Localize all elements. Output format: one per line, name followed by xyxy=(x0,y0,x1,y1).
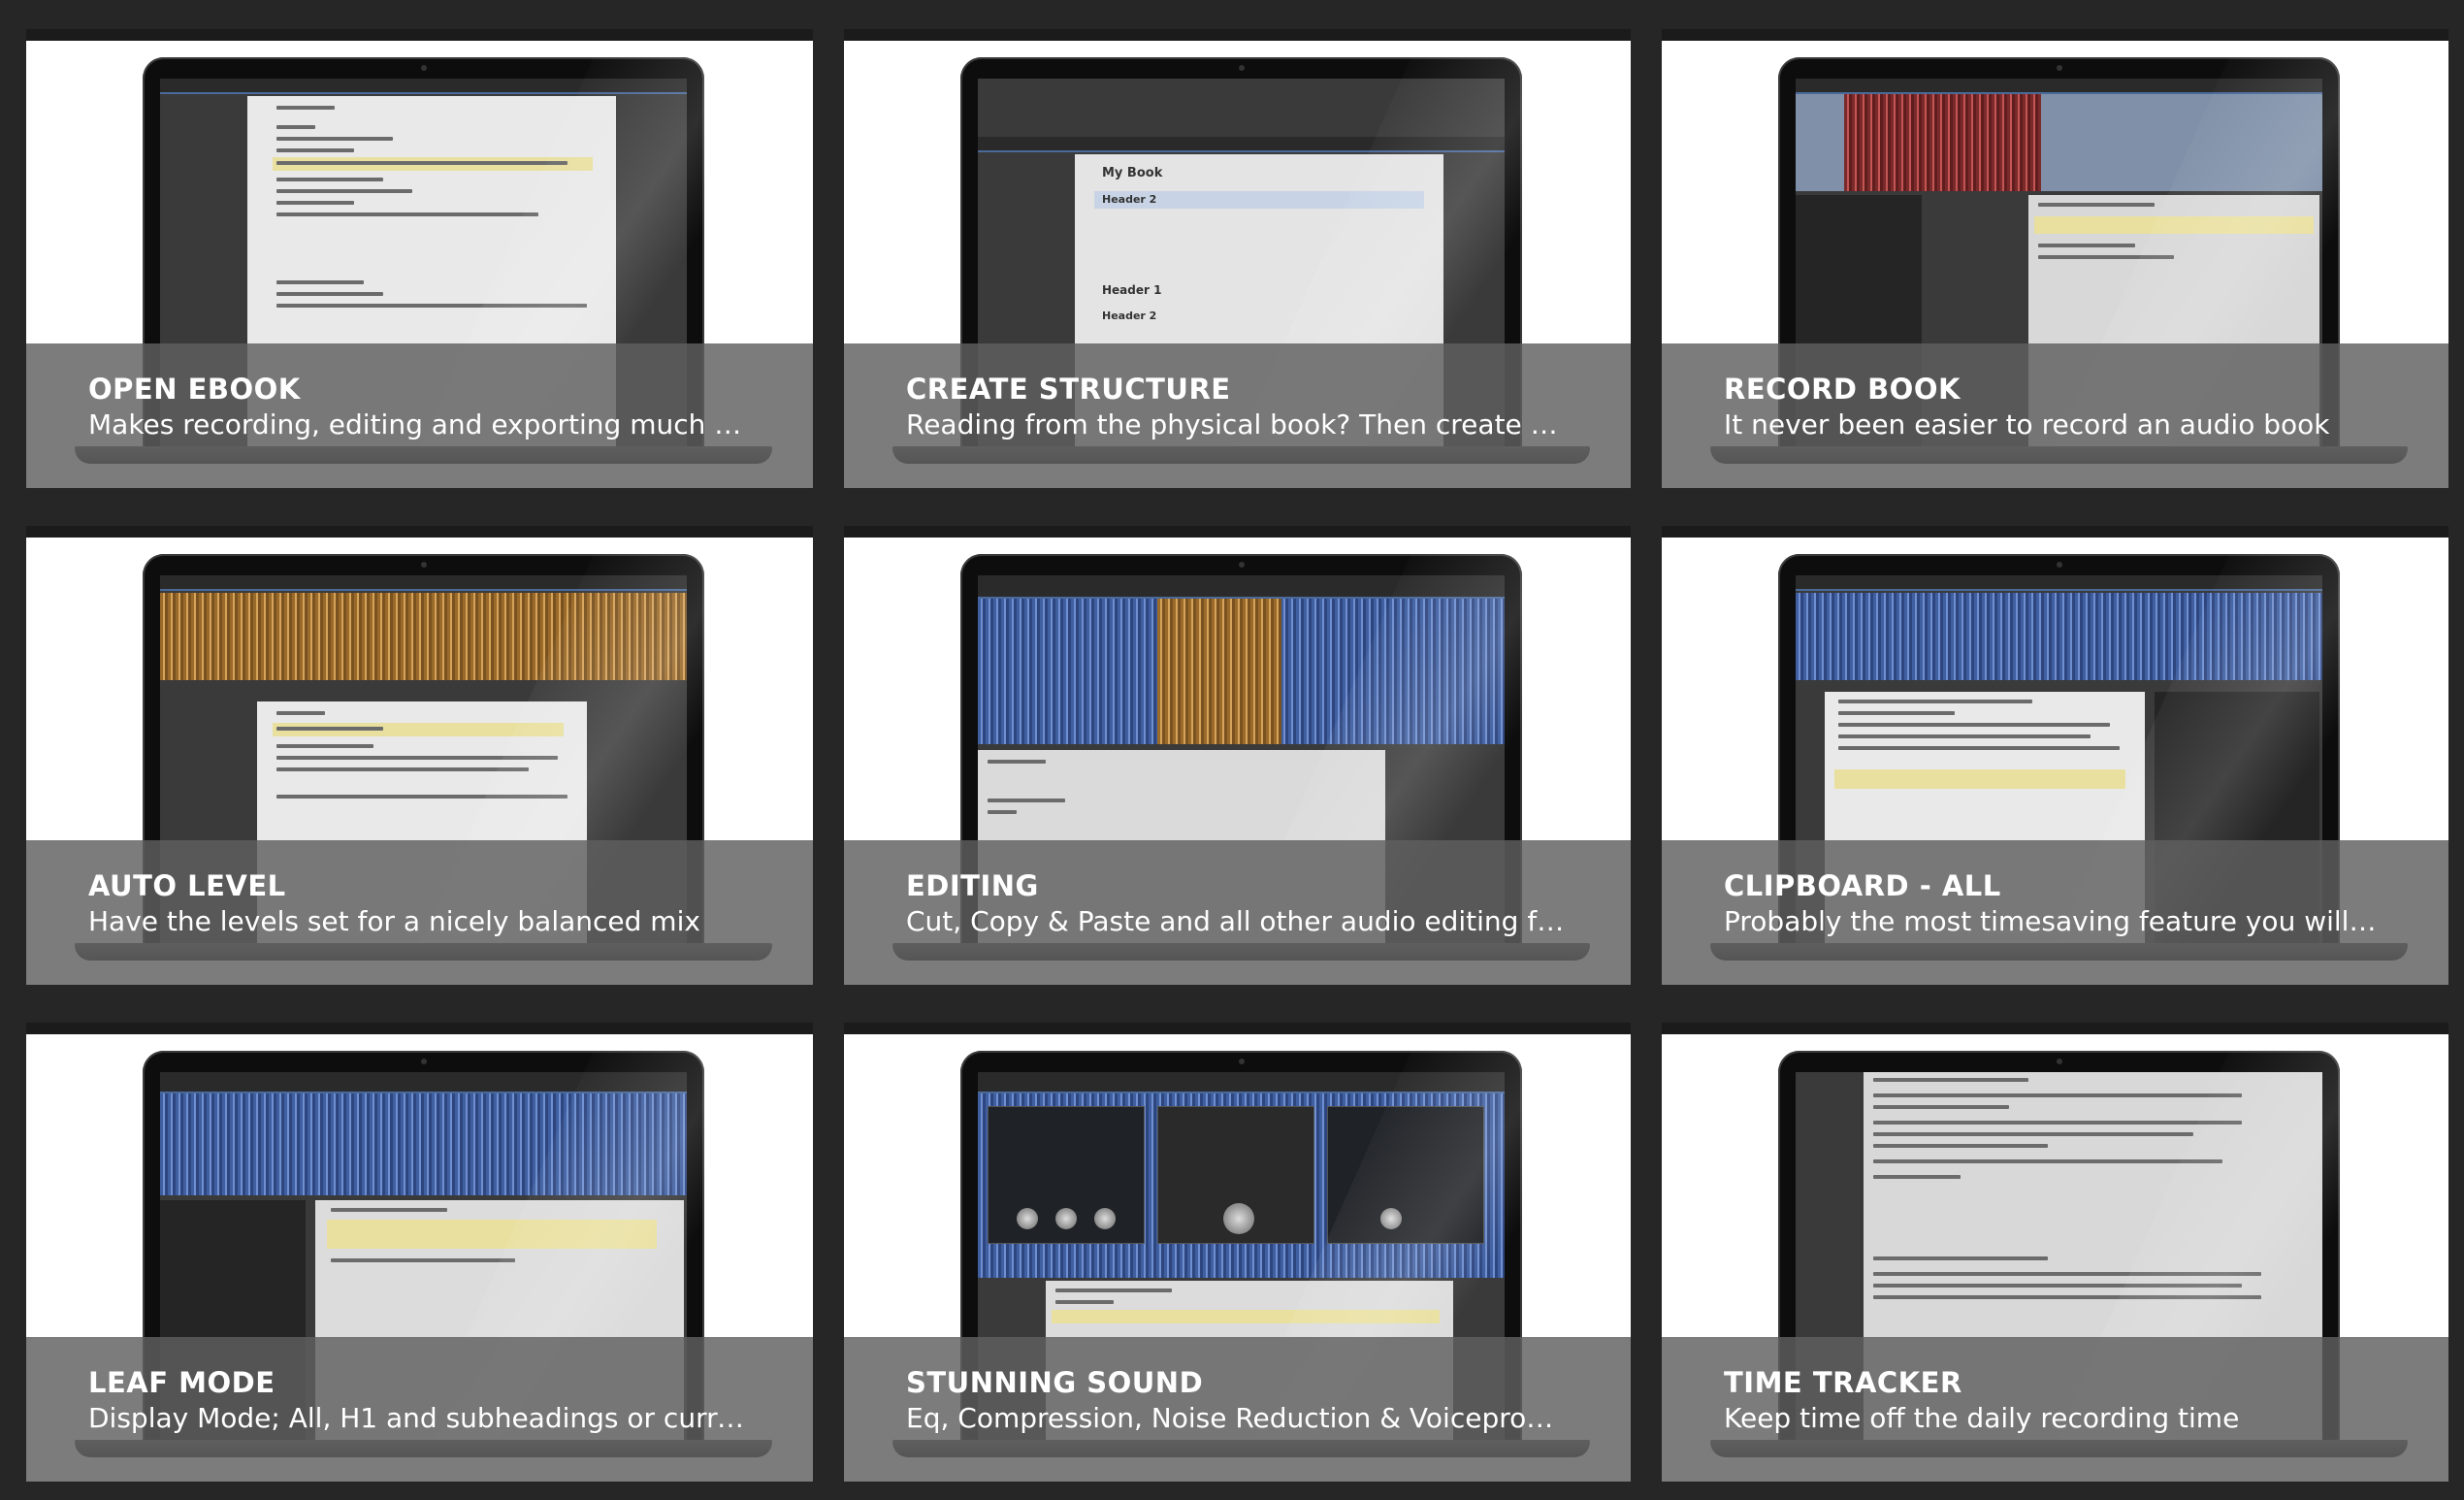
card-description: It never been easier to record an audio … xyxy=(1724,408,2330,440)
card-caption: CLIPBOARD - ALL Probably the most timesa… xyxy=(1662,840,2448,985)
card-title: TIME TRACKER xyxy=(1724,1366,1962,1399)
feature-card-auto-level[interactable]: AUTO LEVEL Have the levels set for a nic… xyxy=(26,526,813,985)
card-description: Eq, Compression, Noise Reduction & Voice… xyxy=(906,1402,1566,1434)
structure-header-2b: Header 2 xyxy=(1102,310,1157,322)
card-caption: EDITING Cut, Copy & Paste and all other … xyxy=(844,840,1631,985)
feature-card-create-structure[interactable]: My Book Header 2 Header 1 Header 2 CREAT… xyxy=(844,29,1631,488)
structure-header-1: Header 1 xyxy=(1102,283,1162,297)
feature-card-editing[interactable]: EDITING Cut, Copy & Paste and all other … xyxy=(844,526,1631,985)
feature-card-time-tracker[interactable]: TIME TRACKER Keep time off the daily rec… xyxy=(1662,1023,2448,1482)
feature-card-leaf-mode[interactable]: LEAF MODE Display Mode; All, H1 and subh… xyxy=(26,1023,813,1482)
card-description: Have the levels set for a nicely balance… xyxy=(88,905,700,937)
card-description: Probably the most timesaving feature you… xyxy=(1724,905,2383,937)
card-caption: CREATE STRUCTURE Reading from the physic… xyxy=(844,343,1631,488)
structure-book-title: My Book xyxy=(1102,166,1163,180)
card-title: CLIPBOARD - ALL xyxy=(1724,869,2001,902)
card-caption: TIME TRACKER Keep time off the daily rec… xyxy=(1662,1337,2448,1482)
card-title: LEAF MODE xyxy=(88,1366,276,1399)
structure-header-2a: Header 2 xyxy=(1102,193,1157,206)
card-caption: RECORD BOOK It never been easier to reco… xyxy=(1662,343,2448,488)
card-title: AUTO LEVEL xyxy=(88,869,286,902)
card-description: Cut, Copy & Paste and all other audio ed… xyxy=(906,905,1566,937)
card-title: OPEN EBOOK xyxy=(88,373,301,406)
card-description: Display Mode; All, H1 and subheadings or… xyxy=(88,1402,748,1434)
feature-card-clipboard-all[interactable]: CLIPBOARD - ALL Probably the most timesa… xyxy=(1662,526,2448,985)
feature-card-record-book[interactable]: RECORD BOOK It never been easier to reco… xyxy=(1662,29,2448,488)
card-title: EDITING xyxy=(906,869,1039,902)
feature-card-stunning-sound[interactable]: STUNNING SOUND Eq, Compression, Noise Re… xyxy=(844,1023,1631,1482)
card-caption: OPEN EBOOK Makes recording, editing and … xyxy=(26,343,813,488)
card-title: CREATE STRUCTURE xyxy=(906,373,1231,406)
card-caption: AUTO LEVEL Have the levels set for a nic… xyxy=(26,840,813,985)
card-title: STUNNING SOUND xyxy=(906,1366,1204,1399)
card-title: RECORD BOOK xyxy=(1724,373,1961,406)
feature-grid: OPEN EBOOK Makes recording, editing and … xyxy=(0,0,2464,1500)
card-description: Reading from the physical book? Then cre… xyxy=(906,408,1566,440)
card-description: Makes recording, editing and exporting m… xyxy=(88,408,748,440)
card-caption: LEAF MODE Display Mode; All, H1 and subh… xyxy=(26,1337,813,1482)
card-description: Keep time off the daily recording time xyxy=(1724,1402,2240,1434)
card-caption: STUNNING SOUND Eq, Compression, Noise Re… xyxy=(844,1337,1631,1482)
feature-card-open-ebook[interactable]: OPEN EBOOK Makes recording, editing and … xyxy=(26,29,813,488)
